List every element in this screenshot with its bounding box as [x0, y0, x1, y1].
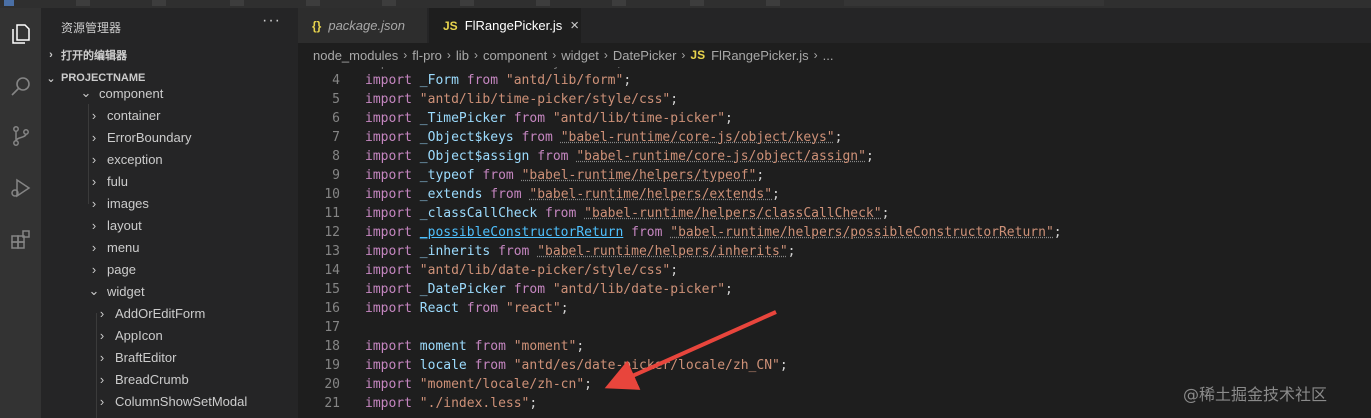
extensions-icon[interactable] — [5, 224, 36, 255]
tree-folder-menu[interactable]: › menu — [41, 236, 298, 258]
chevron-right-icon: › — [403, 48, 408, 62]
close-icon[interactable]: × — [570, 17, 579, 34]
chevron-right-icon: › — [99, 393, 105, 409]
tree-folder-brafteditor[interactable]: › BraftEditor — [41, 346, 298, 368]
chevron-right-icon: › — [91, 261, 97, 277]
chevron-down-icon: ⌄ — [80, 85, 92, 100]
breadcrumb-item[interactable]: lib — [456, 48, 469, 63]
source-control-icon[interactable] — [5, 120, 36, 151]
red-arrow-annotation — [604, 310, 777, 390]
tree-label: layout — [107, 217, 142, 233]
breadcrumb-item[interactable]: component — [483, 48, 547, 63]
tree-label: BreadCrumb — [115, 371, 189, 387]
open-editors-label: 打开的编辑器 — [61, 50, 127, 62]
chevron-right-icon: › — [91, 217, 97, 233]
breadcrumb: node_modules › fl-pro › lib › component … — [298, 43, 1371, 67]
json-file-icon: {} — [312, 18, 322, 33]
tree-label: images — [107, 195, 149, 211]
breadcrumb-item[interactable]: DatePicker — [613, 48, 677, 63]
js-file-icon: JS — [690, 48, 706, 62]
activity-bar — [0, 8, 41, 418]
tree-folder-columnshowsetmodal[interactable]: › ColumnShowSetModal — [41, 390, 298, 412]
explorer-title: 资源管理器 — [61, 21, 122, 35]
breadcrumb-item[interactable]: FlRangePicker.js — [711, 48, 809, 63]
tree-label: ColumnShowSetModal — [115, 393, 248, 409]
chevron-right-icon: › — [91, 195, 97, 211]
tree-label: component — [99, 85, 164, 101]
tree-label: page — [107, 261, 136, 277]
chevron-right-icon: › — [552, 48, 557, 62]
tree-folder-images[interactable]: › images — [41, 192, 298, 214]
tree-label: BraftEditor — [115, 349, 177, 365]
tree-label: fulu — [107, 173, 128, 189]
tree-folder-widget[interactable]: ⌄ widget — [41, 280, 298, 302]
tree-label: widget — [107, 283, 145, 299]
watermark: @稀土掘金技术社区 — [1183, 385, 1328, 404]
more-actions-icon[interactable]: ··· — [262, 12, 281, 30]
chevron-right-icon: › — [446, 48, 451, 62]
open-editors-section[interactable]: › 打开的编辑器 — [41, 44, 298, 66]
tree-folder-component[interactable]: ⌄ component — [41, 82, 298, 104]
chevron-right-icon: › — [91, 151, 97, 167]
tree-folder-container[interactable]: › container — [41, 104, 298, 126]
tree-label: container — [107, 107, 161, 123]
tree-label: ErrorBoundary — [107, 129, 192, 145]
explorer-sidebar: 资源管理器 ··· › 打开的编辑器 ⌄ PROJECTNAME ⌄ compo… — [41, 8, 298, 418]
tree-folder-breadcrumb[interactable]: › BreadCrumb — [41, 368, 298, 390]
arrow-line — [604, 310, 777, 390]
tree-label: AddOrEditForm — [115, 305, 206, 321]
code-editor[interactable]: import "antd/lib/form/style/css"; 4impor… — [298, 67, 1371, 418]
editor-tabs: {} package.json JS FlRangePicker.js × — [298, 8, 1371, 43]
tree-label: menu — [107, 239, 140, 255]
chevron-right-icon: › — [99, 371, 105, 387]
tree-folder-errorboundary[interactable]: › ErrorBoundary — [41, 126, 298, 148]
tree-folder-exception[interactable]: › exception — [41, 148, 298, 170]
chevron-right-icon: › — [49, 49, 53, 61]
breadcrumb-item[interactable]: widget — [561, 48, 599, 63]
tree-label: exception — [107, 151, 163, 167]
tree-label: AppIcon — [115, 327, 163, 343]
chevron-right-icon: › — [91, 107, 97, 123]
tab-package-json[interactable]: {} package.json — [298, 8, 427, 43]
tab-label: package.json — [328, 18, 405, 33]
chevron-right-icon: › — [681, 48, 686, 62]
tree-folder-fulu[interactable]: › fulu — [41, 170, 298, 192]
chevron-right-icon: › — [91, 173, 97, 189]
chevron-right-icon: › — [91, 239, 97, 255]
chevron-right-icon: › — [99, 305, 105, 321]
chevron-down-icon: ⌄ — [88, 283, 100, 298]
tab-label: FlRangePicker.js — [464, 18, 563, 33]
search-icon[interactable] — [5, 70, 36, 101]
chevron-right-icon: › — [813, 48, 818, 62]
chevron-right-icon: › — [603, 48, 608, 62]
title-bar — [0, 0, 1371, 8]
tree-folder-layout[interactable]: › layout — [41, 214, 298, 236]
chevron-right-icon: › — [473, 48, 478, 62]
breadcrumb-item[interactable]: node_modules — [313, 48, 398, 63]
tab-flrangepicker[interactable]: JS FlRangePicker.js × — [429, 8, 581, 43]
breadcrumb-item[interactable]: fl-pro — [412, 48, 442, 63]
js-file-icon: JS — [443, 18, 458, 33]
breadcrumb-item[interactable]: ... — [823, 48, 834, 63]
chevron-right-icon: › — [91, 129, 97, 145]
chevron-right-icon: › — [99, 327, 105, 343]
run-debug-icon[interactable] — [5, 172, 36, 203]
tree-folder-page[interactable]: › page — [41, 258, 298, 280]
chevron-right-icon: › — [99, 349, 105, 365]
tree-folder-appicon[interactable]: › AppIcon — [41, 324, 298, 346]
explorer-icon[interactable] — [5, 18, 36, 49]
tree-folder-addoreditform[interactable]: › AddOrEditForm — [41, 302, 298, 324]
